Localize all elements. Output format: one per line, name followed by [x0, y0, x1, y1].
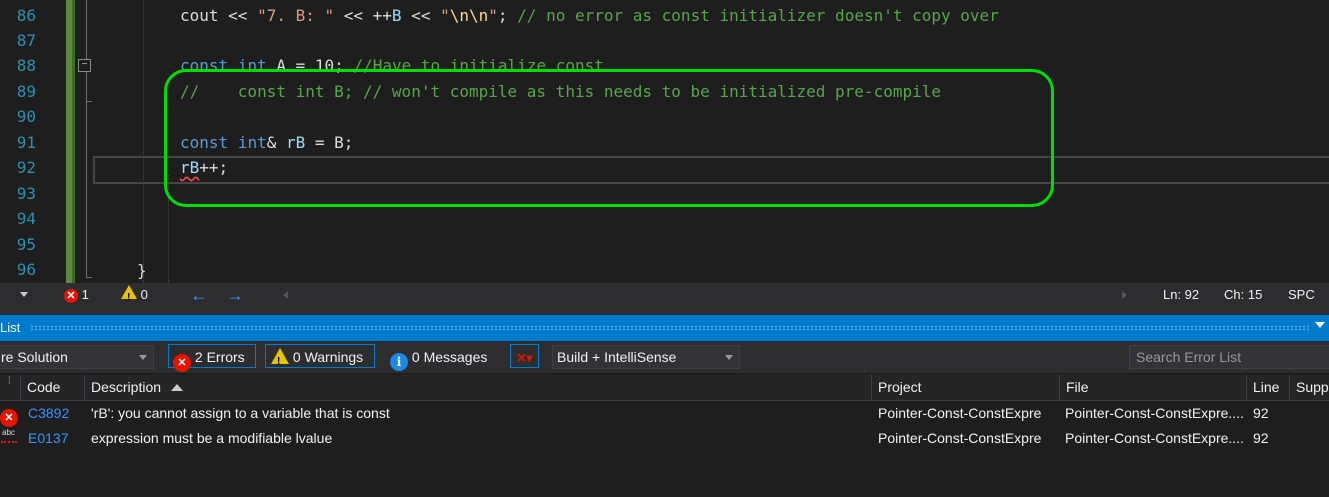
table-row[interactable]: ✕ C3892 'rB': you cannot assign to a var… — [0, 401, 1329, 427]
scroll-left-icon[interactable] — [283, 291, 288, 299]
chevron-down-icon — [725, 355, 733, 360]
error-code-link[interactable]: C3892 — [28, 401, 69, 426]
line-number: 89 — [16, 82, 36, 101]
error-file: Pointer-Const-ConstExpre.... — [1065, 405, 1244, 421]
table-row[interactable]: abc E0137 expression must be a modifiabl… — [0, 426, 1329, 451]
navigate-back-icon[interactable]: ← — [190, 283, 208, 307]
code-text[interactable]: cout << "7. B: " << ++B << "\n\n"; // no… — [180, 3, 999, 28]
zoom-dropdown-icon[interactable] — [20, 292, 28, 297]
error-icon: ✕ — [173, 354, 191, 372]
code-editor[interactable]: − 86 cout << "7. B: " << ++B << "\n\n"; … — [0, 0, 1329, 283]
info-icon: i — [390, 353, 408, 371]
warnings-filter-button[interactable]: ! 0 Warnings — [265, 344, 375, 368]
chevron-down-icon — [139, 355, 147, 360]
line-number: 92 — [16, 158, 36, 177]
navigate-forward-icon[interactable]: → — [226, 283, 244, 307]
column-options-icon[interactable]: ⁞ — [8, 375, 11, 389]
whitespace-mode-indicator[interactable]: SPC — [1288, 283, 1315, 307]
clear-filter-button[interactable]: ✕▾ — [510, 344, 539, 368]
warning-count-indicator[interactable]: ! 0 — [121, 283, 148, 307]
code-line: 86 cout << "7. B: " << ++B << "\n\n"; //… — [0, 3, 1329, 28]
error-list-title-bar[interactable]: List — [0, 315, 1329, 341]
line-number: 86 — [16, 6, 36, 25]
sort-ascending-icon — [170, 384, 183, 391]
code-line: 87 — [0, 28, 1329, 53]
column-indicator[interactable]: Ch: 15 — [1224, 283, 1262, 307]
code-line: 96 — [0, 257, 1329, 282]
messages-filter-button[interactable]: i 0 Messages — [385, 344, 498, 371]
line-number: 87 — [16, 31, 36, 50]
errors-filter-button[interactable]: ✕ 2 Errors — [168, 344, 256, 372]
column-header-description[interactable]: Description — [84, 375, 871, 400]
line-number: 90 — [16, 107, 36, 126]
error-count-indicator[interactable]: ✕ 1 — [64, 283, 89, 307]
column-header-line[interactable]: Line — [1246, 375, 1290, 400]
error-icon: ✕ — [64, 289, 78, 303]
line-number: 93 — [16, 184, 36, 203]
line-number: 88 — [16, 56, 36, 75]
error-code-link[interactable]: E0137 — [28, 426, 68, 451]
warning-icon: ! — [121, 285, 137, 303]
scope-dropdown[interactable]: re Solution — [0, 345, 154, 369]
window-position-dropdown-icon[interactable] — [1315, 322, 1325, 328]
error-line: 92 — [1253, 405, 1269, 421]
error-line: 92 — [1253, 430, 1269, 446]
error-description: 'rB': you cannot assign to a variable th… — [91, 405, 390, 421]
editor-status-bar: ✕ 1 ! 0 ← → Ln: 92 Ch: 15 SPC — [0, 283, 1329, 307]
line-number: 91 — [16, 133, 36, 152]
column-header-suppression[interactable]: Supp — [1289, 375, 1329, 400]
panel-title: List — [0, 320, 21, 335]
scroll-right-icon[interactable] — [1122, 291, 1127, 299]
error-file: Pointer-Const-ConstExpre.... — [1065, 430, 1244, 446]
line-number: 95 — [16, 235, 36, 254]
line-number: 96 — [16, 260, 36, 279]
error-project: Pointer-Const-ConstExpre — [878, 430, 1042, 446]
column-header-code[interactable]: Code — [20, 375, 85, 400]
intellisense-error-icon: abc — [0, 428, 20, 448]
search-error-list-input[interactable]: Search Error List — [1129, 345, 1329, 369]
closing-brace[interactable]: } — [137, 258, 147, 283]
column-header-file[interactable]: File — [1059, 375, 1247, 400]
panel-splitter[interactable] — [0, 307, 1329, 315]
error-project: Pointer-Const-ConstExpre — [878, 405, 1042, 421]
code-line: 94 — [0, 206, 1329, 231]
error-list-header: ⁞ Code Description Project File Line Sup… — [0, 375, 1329, 401]
error-description: expression must be a modifiable lvalue — [91, 430, 333, 446]
filter-clear-icon: ✕▾ — [516, 351, 533, 365]
error-list-toolbar: re Solution ✕ 2 Errors ! 0 Warnings i 0 … — [0, 341, 1329, 373]
line-indicator[interactable]: Ln: 92 — [1163, 283, 1199, 307]
drag-grip — [30, 325, 1309, 331]
column-header-project[interactable]: Project — [871, 375, 1059, 400]
code-line: 95 — [0, 232, 1329, 257]
green-highlight-annotation — [164, 69, 1054, 207]
error-list-body: ✕ C3892 'rB': you cannot assign to a var… — [0, 401, 1329, 497]
warning-icon: ! — [271, 348, 289, 367]
build-filter-dropdown[interactable]: Build + IntelliSense — [552, 345, 740, 369]
line-number: 94 — [16, 209, 36, 228]
